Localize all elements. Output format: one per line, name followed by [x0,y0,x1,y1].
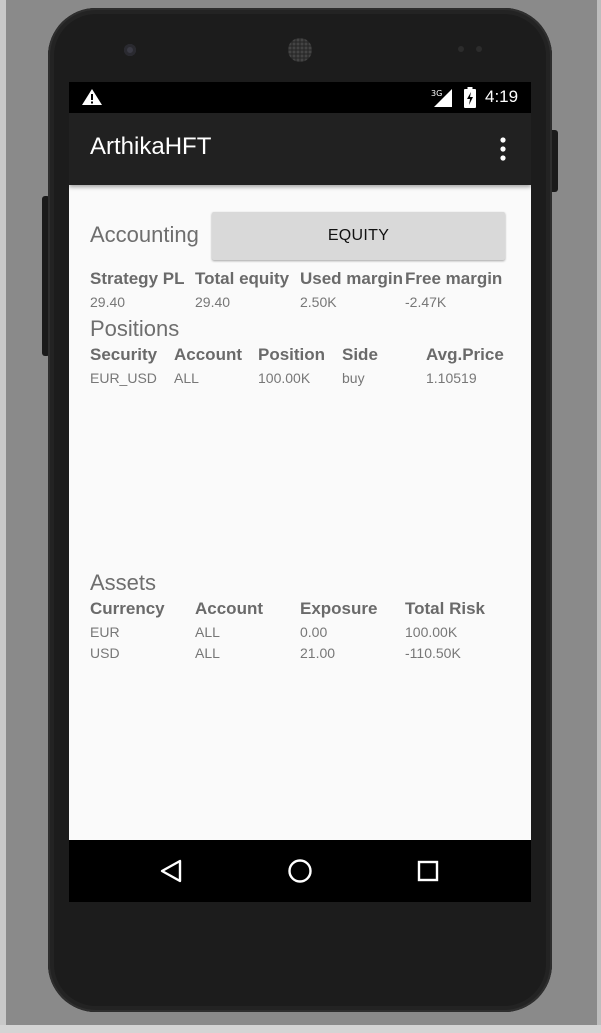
device-screen: 3G 4:19 ArthikaHFT Accounting EQUITY Str… [69,82,531,902]
overflow-menu-icon[interactable] [495,135,511,163]
positions-title: Positions [90,316,180,341]
assets-header: Exposure [300,599,378,618]
asset-exposure: 0.00 [300,624,328,640]
asset-currency: EUR [90,624,120,640]
light-sensor [476,46,482,52]
position-side: buy [342,370,365,386]
assets-title: Assets [90,570,157,595]
asset-currency: USD [90,645,120,661]
positions-header: Security [90,345,158,364]
free-margin-value: -2.47K [405,294,447,310]
asset-total-risk: -110.50K [405,645,461,661]
positions-header: Position [258,345,326,364]
strategy-pl-value: 29.40 [90,294,126,310]
positions-header: Avg.Price [426,345,504,364]
proximity-sensor [458,46,464,52]
accounting-header: Strategy PL [90,269,185,288]
navigation-bar [69,840,531,902]
accounting-header: Used margin [300,269,403,288]
assets-header: Currency [90,599,165,618]
assets-header: Total Risk [405,599,485,618]
status-bar: 3G 4:19 [69,82,531,113]
assets-header: Account [195,599,263,618]
used-margin-value: 2.50K [300,294,337,310]
accounting-header: Total equity [195,269,290,288]
app-bar: ArthikaHFT [69,113,531,185]
status-clock: 4:19 [485,87,519,106]
warning-icon [82,89,102,105]
position-account: ALL [174,370,199,386]
recents-icon[interactable] [417,860,439,882]
window-edge-left [0,0,6,1033]
asset-exposure: 21.00 [300,645,336,661]
position-avg-price: 1.10519 [426,370,477,386]
positions-header: Side [342,345,378,364]
position-size: 100.00K [258,370,311,386]
asset-total-risk: 100.00K [405,624,458,640]
earpiece-speaker [288,38,312,62]
signal-icon: 3G [431,89,452,107]
asset-account: ALL [195,645,220,661]
window-edge-bottom [0,1025,601,1033]
asset-account: ALL [195,624,220,640]
front-camera-icon [124,44,136,56]
total-equity-value: 29.40 [195,294,231,310]
position-security: EUR_USD [90,370,157,386]
positions-header: Account [174,345,242,364]
equity-button[interactable]: EQUITY [212,212,505,260]
app-title: ArthikaHFT [90,133,212,160]
accounting-header: Free margin [405,269,503,288]
battery-icon [464,87,476,108]
home-icon[interactable] [287,858,313,884]
svg-text:3G: 3G [431,89,442,98]
accounting-title: Accounting [90,222,199,247]
window-edge-right [597,0,601,1033]
back-icon[interactable] [159,858,183,884]
